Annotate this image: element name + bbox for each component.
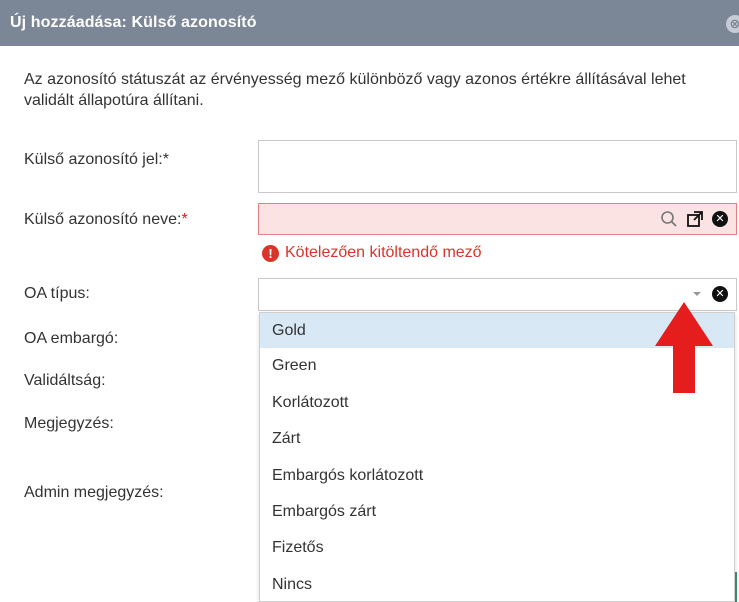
note-label: Megjegyzés: [24, 415, 114, 432]
clear-icon[interactable]: ✕ [712, 286, 728, 302]
error-icon: ! [262, 244, 279, 262]
background-edge [735, 572, 737, 602]
search-icon[interactable] [660, 210, 678, 228]
required-error-text: Kötelezően kitöltendő mező [285, 244, 482, 261]
field-actions: ✕ [660, 209, 728, 229]
annotation-arrow-head [655, 302, 713, 346]
dropdown-option[interactable]: Fizetős [260, 530, 734, 565]
oa-type-dropdown: Gold Green Korlátozott Zárt Embargós kor… [259, 312, 735, 602]
close-icon[interactable]: ⊗ [726, 15, 739, 33]
oa-embargo-label: OA embargó: [24, 330, 119, 347]
validity-label: Validáltság: [24, 372, 106, 389]
external-name-input[interactable]: ✕ [258, 203, 737, 235]
dropdown-option[interactable]: Embargós korlátozott [260, 458, 734, 493]
clear-icon[interactable]: ✕ [712, 211, 728, 227]
dropdown-option[interactable]: Green [260, 348, 734, 383]
chevron-down-icon[interactable] [690, 287, 704, 301]
dropdown-option[interactable]: Nincs [260, 567, 734, 602]
dialog-titlebar: Új hozzáadása: Külső azonosító ⊗ [0, 0, 739, 46]
dialog-description: Az azonosító státuszát az érvényesség me… [24, 71, 686, 109]
required-error-message: ! Kötelezően kitöltendő mező [262, 244, 482, 262]
dropdown-option[interactable]: Embargós zárt [260, 494, 734, 529]
dropdown-option[interactable]: Zárt [260, 421, 734, 456]
external-id-label: Külső azonosító jel:* [24, 151, 169, 168]
oa-type-label: OA típus: [24, 285, 90, 302]
external-id-input[interactable] [258, 140, 737, 193]
dialog-title: Új hozzáadása: Külső azonosító [10, 14, 257, 31]
external-link-icon[interactable] [686, 210, 704, 228]
admin-note-label: Admin megjegyzés: [24, 484, 164, 501]
annotation-arrow-shaft [673, 345, 695, 393]
dropdown-option[interactable]: Korlátozott [260, 385, 734, 420]
select-actions: ✕ [690, 284, 728, 304]
external-name-label: Külső azonosító neve:* [24, 211, 188, 228]
